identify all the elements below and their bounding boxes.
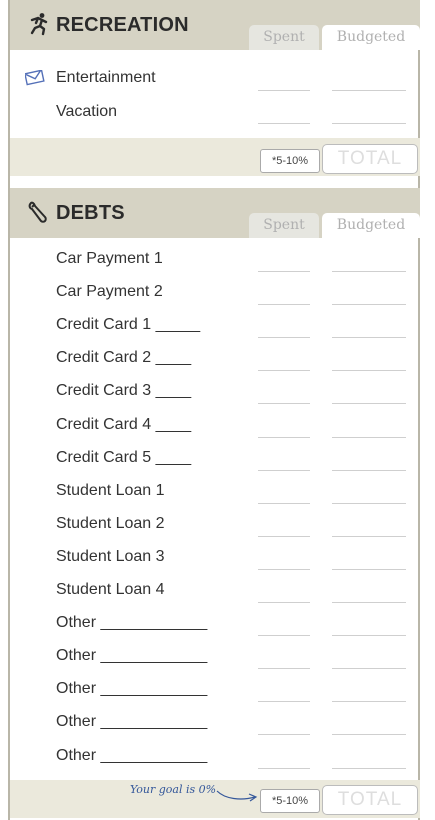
budgeted-field[interactable] (332, 734, 406, 735)
running-person-icon (30, 13, 48, 36)
recreation-item-vacation: Vacation (56, 103, 118, 120)
debt-item: Credit Card 4 ____ (56, 416, 192, 433)
tab-spent: Spent (249, 25, 319, 50)
spent-field[interactable] (258, 370, 310, 371)
debt-item: Other ____________ (56, 614, 208, 631)
tab-budgeted: Budgeted (322, 25, 420, 50)
spent-field[interactable] (258, 337, 310, 338)
budgeted-field[interactable] (332, 536, 406, 537)
debts-percent-badge: *5-10% (260, 789, 320, 813)
debts-header: DEBTS Spent Budgeted (10, 188, 420, 238)
goal-note: Your goal is 0% (130, 783, 217, 796)
arrow-icon (216, 790, 258, 802)
debt-item: Student Loan 3 (56, 548, 165, 565)
budgeted-field[interactable] (332, 337, 406, 338)
debt-item: Other ____________ (56, 647, 208, 664)
budgeted-field[interactable] (332, 668, 406, 669)
spent-field[interactable] (258, 768, 310, 769)
budgeted-field[interactable] (332, 304, 406, 305)
wrench-icon (28, 201, 47, 223)
budgeted-field[interactable] (332, 123, 406, 124)
budgeted-field[interactable] (332, 701, 406, 702)
debt-item: Credit Card 2 ____ (56, 349, 192, 366)
spent-field[interactable] (258, 123, 310, 124)
debt-item: Credit Card 1 _____ (56, 316, 201, 333)
tab-budgeted: Budgeted (322, 213, 420, 238)
budgeted-field[interactable] (332, 403, 406, 404)
recreation-title: RECREATION (56, 14, 189, 36)
spent-field[interactable] (258, 470, 310, 471)
spent-field[interactable] (258, 437, 310, 438)
budgeted-field[interactable] (332, 370, 406, 371)
spent-field[interactable] (258, 403, 310, 404)
debt-item: Car Payment 1 (56, 250, 163, 267)
envelope-icon (25, 70, 45, 86)
debt-item: Student Loan 2 (56, 515, 165, 532)
debt-item: Other ____________ (56, 680, 208, 697)
spent-field[interactable] (258, 90, 310, 91)
debt-item: Credit Card 3 ____ (56, 382, 192, 399)
budgeted-field[interactable] (332, 437, 406, 438)
spent-field[interactable] (258, 271, 310, 272)
budgeted-field[interactable] (332, 90, 406, 91)
spent-field[interactable] (258, 602, 310, 603)
spent-field[interactable] (258, 569, 310, 570)
spent-field[interactable] (258, 734, 310, 735)
spent-field[interactable] (258, 635, 310, 636)
spent-field[interactable] (258, 536, 310, 537)
debt-item: Student Loan 1 (56, 482, 165, 499)
debt-item: Student Loan 4 (56, 581, 165, 598)
budgeted-field[interactable] (332, 503, 406, 504)
spent-field[interactable] (258, 668, 310, 669)
spent-field[interactable] (258, 304, 310, 305)
budgeted-field[interactable] (332, 602, 406, 603)
tab-spent: Spent (249, 213, 319, 238)
budgeted-field[interactable] (332, 271, 406, 272)
debts-total-field[interactable]: TOTAL (322, 785, 418, 815)
debt-item: Credit Card 5 ____ (56, 449, 192, 466)
debt-item: Car Payment 2 (56, 283, 163, 300)
recreation-header: RECREATION Spent Budgeted (10, 0, 420, 50)
budgeted-field[interactable] (332, 768, 406, 769)
recreation-percent-badge: *5-10% (260, 149, 320, 173)
debt-item: Other ____________ (56, 747, 208, 764)
recreation-item-entertainment: Entertainment (56, 69, 156, 86)
budgeted-field[interactable] (332, 470, 406, 471)
recreation-total-field[interactable]: TOTAL (322, 144, 418, 174)
debts-title: DEBTS (56, 202, 125, 224)
debt-item: Other ____________ (56, 713, 208, 730)
spent-field[interactable] (258, 701, 310, 702)
spent-field[interactable] (258, 503, 310, 504)
budgeted-field[interactable] (332, 569, 406, 570)
budgeted-field[interactable] (332, 635, 406, 636)
